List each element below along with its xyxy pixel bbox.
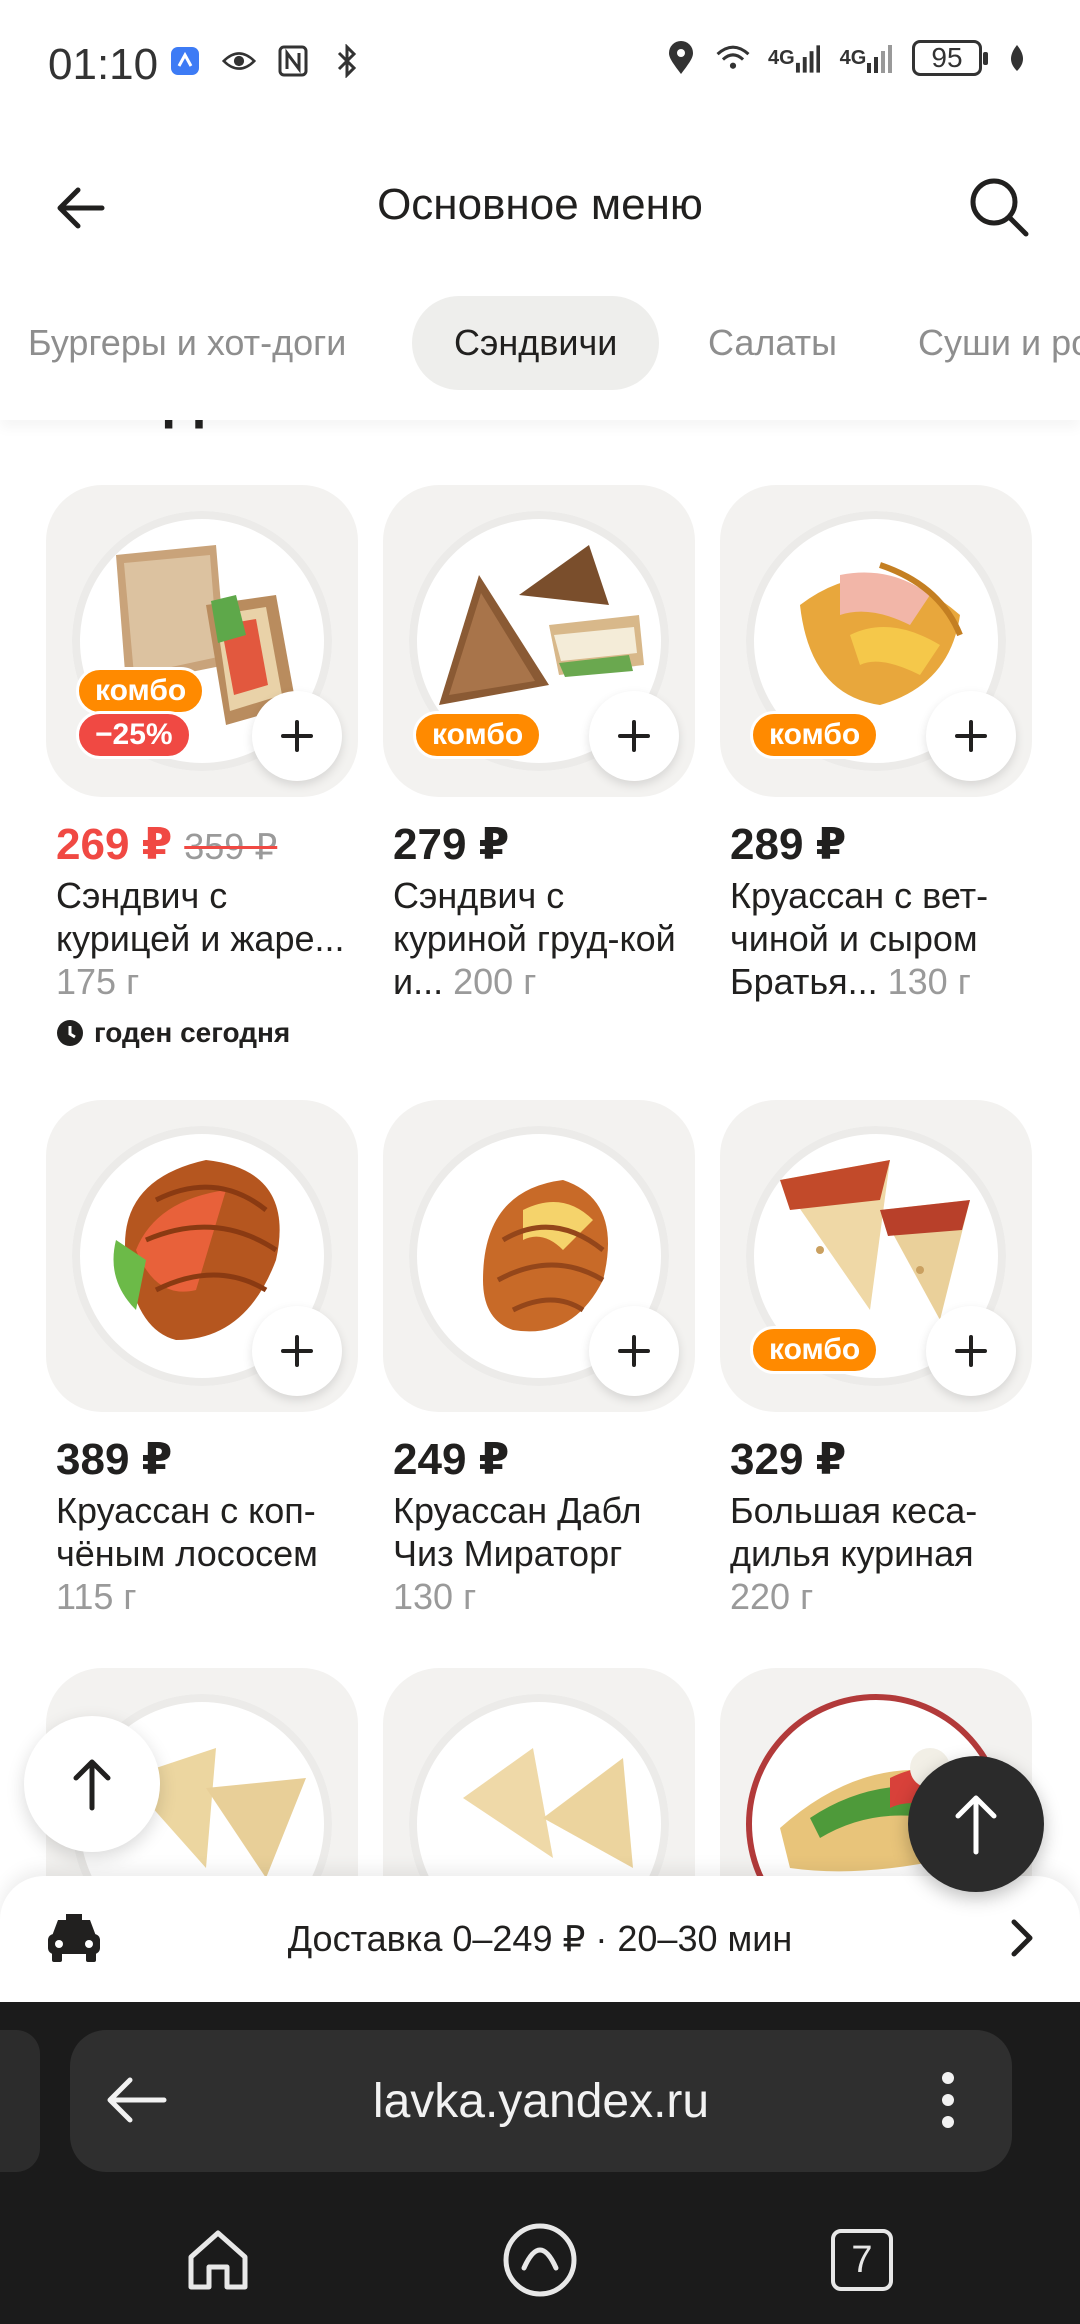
plus-icon [955,720,987,752]
address-bar[interactable]: lavka.yandex.ru [70,2030,1012,2172]
freshness-note: годен сегодня [46,1017,358,1049]
product-weight: 175 г [56,961,140,1002]
scroll-to-top-button[interactable] [908,1756,1044,1892]
battery-indicator: 95 [912,40,988,76]
plus-icon [281,720,313,752]
scroll-up-button[interactable] [24,1716,160,1852]
product-card[interactable]: 249 ₽ Круассан Дабл Чиз Мираторг 130 г [383,1100,695,1618]
arrow-up-icon [73,1759,111,1811]
product-price: 249 ₽ [393,1435,510,1484]
category-tabs: Бургеры и хот-доги Сэндвичи Салаты Суши … [0,290,1080,420]
home-button[interactable] [178,2220,258,2300]
status-time: 01:10 [48,40,159,89]
product-card[interactable]: комбо 289 ₽ Круассан с вет-чиной и сыром… [720,485,1032,1003]
product-image[interactable]: комбо [720,1100,1032,1412]
clock-icon [57,1020,83,1046]
product-weight: 220 г [730,1576,814,1617]
product-name: Сэндвич с курицей и жаре... [56,875,345,959]
product-image[interactable] [46,1100,358,1412]
plus-icon [955,1335,987,1367]
wifi-icon [716,41,750,75]
add-to-cart-button[interactable] [589,1306,679,1396]
product-card[interactable]: комбо 279 ₽ Сэндвич с куриной груд-кой и… [383,485,695,1003]
previous-tab-edge[interactable] [0,2030,40,2172]
discount-badge: −25% [76,711,192,759]
product-card[interactable]: комбо −25% 269 ₽ 359 ₽ Сэндвич с курицей… [46,485,358,1049]
product-old-price: 359 ₽ [184,826,278,867]
product-name: Большая кеса-дилья куриная [730,1490,978,1574]
more-menu-button[interactable] [940,2070,956,2135]
add-to-cart-button[interactable] [926,691,1016,781]
quesadilla-image [463,1748,633,1868]
product-price: 279 ₽ [393,820,510,869]
combo-badge: комбо [750,1326,880,1374]
app-notification-icon [168,44,202,78]
tabs-count: 7 [831,2229,893,2291]
product-image[interactable] [383,1100,695,1412]
product-price: 329 ₽ [730,1435,847,1484]
product-image[interactable]: комбо −25% [46,485,358,797]
plus-icon [618,720,650,752]
product-weight: 200 г [453,961,537,1002]
alice-assistant-button[interactable] [500,2220,580,2300]
add-to-cart-button[interactable] [252,1306,342,1396]
home-icon [188,2230,248,2290]
tab-sandwiches[interactable]: Сэндвичи [412,296,660,390]
bluetooth-icon [330,44,364,78]
product-weight: 130 г [887,961,971,1002]
chevron-right-icon [1006,1916,1036,1965]
add-to-cart-button[interactable] [589,691,679,781]
tab-sushi[interactable]: Суши и ро [876,296,1080,390]
product-price: 269 ₽ [56,820,173,869]
status-bar: 01:10 4G 4G 95 [0,0,1080,130]
search-button[interactable] [966,174,1032,240]
power-saving-icon [1000,41,1034,75]
tab-burgers[interactable]: Бургеры и хот-доги [0,296,388,390]
product-name: Круассан с коп-чёным лососем [56,1490,318,1574]
combo-badge: комбо [76,667,206,715]
tabs-button[interactable]: 7 [822,2220,902,2300]
location-icon [664,41,698,75]
top-navigation: Основное меню [0,130,1080,280]
signal-2-icon: 4G [838,41,894,75]
add-to-cart-button[interactable] [252,691,342,781]
plus-icon [281,1335,313,1367]
product-image[interactable]: комбо [383,485,695,797]
product-weight: 130 г [393,1576,477,1617]
delivery-text: Доставка 0–249 ₽ · 20–30 мин [287,1918,793,1959]
plus-icon [618,1335,650,1367]
quesadilla-image [780,1160,970,1320]
add-to-cart-button[interactable] [926,1306,1016,1396]
more-vertical-icon [942,2072,954,2128]
combo-badge: комбо [750,711,880,759]
product-price: 389 ₽ [56,1435,173,1484]
nfc-icon [276,44,310,78]
page-title: Основное меню [377,180,703,229]
arrow-up-icon [955,1795,997,1855]
url-text[interactable]: lavka.yandex.ru [70,2074,1012,2129]
signal-1-icon: 4G [768,41,820,75]
product-card[interactable]: 389 ₽ Круассан с коп-чёным лососем 115 г [46,1100,358,1618]
delivery-info-bar[interactable]: Доставка 0–249 ₽ · 20–30 мин [0,1876,1080,2002]
product-image[interactable]: комбо [720,485,1032,797]
product-name: Круассан Дабл Чиз Мираторг [393,1490,642,1574]
eye-icon [222,44,256,78]
alice-icon [503,2223,577,2297]
tab-salads[interactable]: Салаты [666,296,879,390]
product-weight: 115 г [56,1576,137,1617]
combo-badge: комбо [413,711,543,759]
product-card[interactable]: комбо 329 ₽ Большая кеса-дилья куриная 2… [720,1100,1032,1618]
product-price: 289 ₽ [730,820,847,869]
browser-toolbar: lavka.yandex.ru 7 [0,2002,1080,2324]
